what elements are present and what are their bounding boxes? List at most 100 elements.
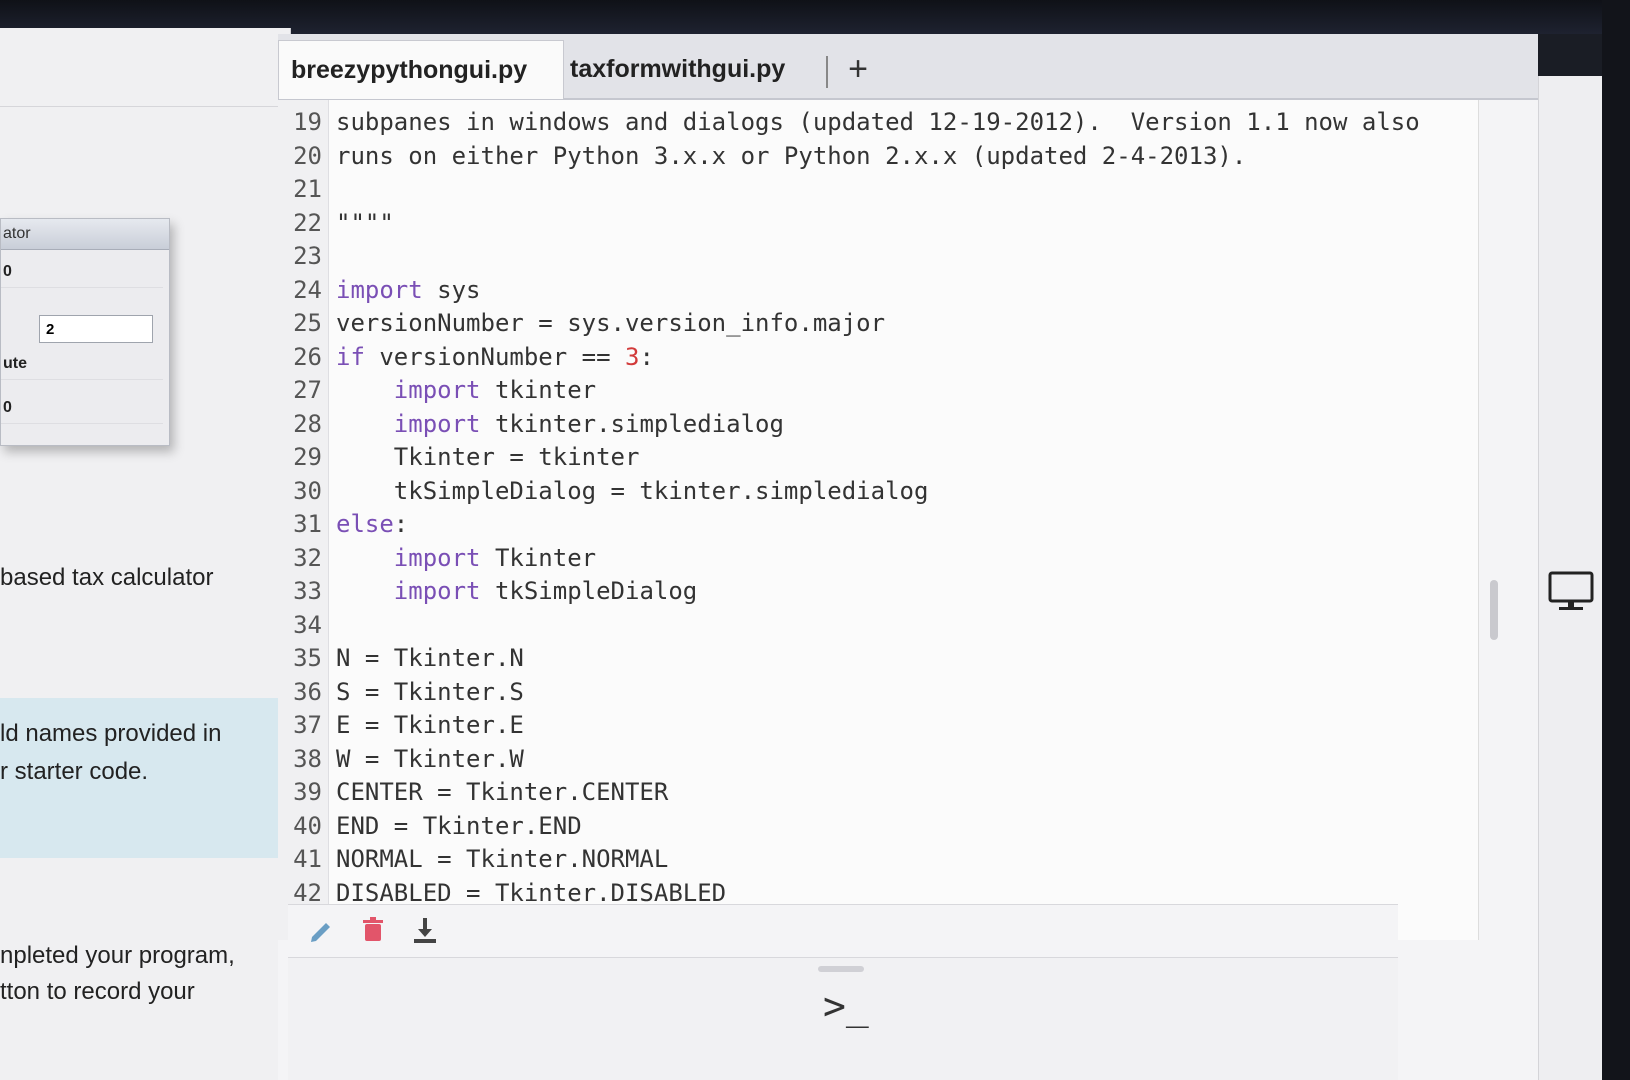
- code-text: runs on either Python 3.x.x or Python 2.…: [336, 141, 1247, 170]
- tab-breezypythongui[interactable]: breezypythongui.py: [278, 40, 564, 99]
- preview-window: ator 0 2 ute 0: [0, 218, 170, 446]
- tab-separator: [826, 56, 828, 88]
- code-editor[interactable]: 19 subpanes in windows and dialogs (updat…: [278, 100, 1479, 940]
- keyword-token: import: [393, 376, 481, 404]
- code-line[interactable]: 29 Tkinter = tkinter: [278, 439, 639, 475]
- console-prompt: >_: [823, 984, 869, 1028]
- line-number: 26: [293, 342, 322, 371]
- code-line[interactable]: 27 import tkinter: [278, 372, 596, 408]
- add-tab-button[interactable]: +: [838, 46, 878, 92]
- code-line[interactable]: 37 E = Tkinter.E: [278, 707, 524, 743]
- code-line[interactable]: 22 """": [278, 205, 394, 241]
- tab-taxformwithgui[interactable]: taxformwithgui.py: [558, 40, 820, 98]
- code-text: CENTER = Tkinter.CENTER: [336, 778, 669, 806]
- line-number: 28: [293, 409, 322, 438]
- preview-window-title: ator: [1, 219, 169, 250]
- line-number: 41: [293, 845, 322, 873]
- code-line[interactable]: 28 import tkinter.simpledialog: [278, 406, 784, 442]
- preview-row: ute: [1, 349, 163, 380]
- line-number: 23: [293, 242, 322, 270]
- tab-bar: breezypythongui.py taxformwithgui.py +: [278, 34, 1538, 100]
- code-line[interactable]: 30 tkSimpleDialog = tkinter.simpledialog: [278, 473, 928, 509]
- preview-row: 0: [1, 257, 163, 288]
- editor-toolbar: [288, 904, 1398, 958]
- code-line[interactable]: 40 END = Tkinter.END: [278, 808, 582, 844]
- code-line[interactable]: 34: [278, 607, 336, 643]
- code-text: :: [393, 510, 409, 538]
- line-number: 36: [293, 677, 322, 706]
- console-resize-handle[interactable]: [818, 966, 864, 972]
- code-line[interactable]: 38 W = Tkinter.W: [278, 741, 524, 777]
- instruction-text: ld names provided in: [0, 720, 222, 747]
- divider: [0, 106, 280, 107]
- keyword-token: if: [336, 342, 365, 371]
- line-number: 40: [293, 811, 322, 840]
- monitor-bezel-right: [1602, 0, 1630, 1080]
- code-line[interactable]: 24 import sys: [278, 272, 481, 308]
- code-text: sys: [422, 275, 481, 304]
- line-number: 27: [293, 376, 322, 404]
- line-number: 38: [293, 744, 322, 773]
- instruction-text: based tax calculator: [0, 564, 214, 591]
- code-line[interactable]: 25 versionNumber = sys.version_info.major: [278, 305, 885, 341]
- code-line[interactable]: 33 import tkSimpleDialog: [278, 573, 697, 609]
- code-text: Tkinter: [480, 543, 597, 572]
- line-number: 30: [293, 476, 322, 505]
- keyword-token: import: [393, 577, 481, 605]
- line-number: 39: [293, 778, 322, 806]
- editor-scrollbar[interactable]: [1490, 580, 1498, 640]
- code-text: tkinter.simpledialog: [480, 409, 784, 438]
- code-line[interactable]: 21: [278, 171, 336, 207]
- line-number: 33: [293, 577, 322, 605]
- line-number: 25: [293, 309, 322, 337]
- line-number: 19: [293, 108, 322, 136]
- desktop-icon[interactable]: [1547, 570, 1595, 619]
- code-text: W = Tkinter.W: [336, 744, 524, 773]
- code-line[interactable]: 39 CENTER = Tkinter.CENTER: [278, 774, 668, 810]
- line-number: 32: [293, 543, 322, 572]
- code-text: tkSimpleDialog = tkinter.simpledialog: [393, 476, 929, 505]
- console-panel[interactable]: >_: [288, 958, 1398, 1080]
- instructions-panel: ator 0 2 ute 0 based tax calculator ld n…: [0, 28, 291, 1080]
- keyword-token: import: [336, 275, 423, 304]
- line-number: 31: [293, 510, 322, 538]
- right-sidebar: [1538, 76, 1603, 1080]
- code-text: N = Tkinter.N: [336, 644, 524, 672]
- code-line[interactable]: 35 N = Tkinter.N: [278, 640, 524, 676]
- code-line[interactable]: 20 runs on either Python 3.x.x or Python …: [278, 138, 1246, 174]
- code-text: END = Tkinter.END: [336, 811, 582, 840]
- code-line[interactable]: 32 import Tkinter: [278, 540, 596, 576]
- code-line[interactable]: 41 NORMAL = Tkinter.NORMAL: [278, 841, 668, 877]
- instruction-text: npleted your program,: [0, 942, 235, 969]
- code-line[interactable]: 19 subpanes in windows and dialogs (updat…: [278, 104, 1420, 140]
- code-text: """": [336, 208, 394, 237]
- code-line[interactable]: 36 S = Tkinter.S: [278, 674, 524, 710]
- keyword-token: else: [336, 510, 394, 538]
- preview-input[interactable]: 2: [39, 315, 153, 343]
- line-number: 22: [293, 208, 322, 237]
- keyword-token: import: [393, 409, 481, 438]
- code-line[interactable]: 31 else:: [278, 506, 408, 542]
- trash-icon[interactable]: [358, 915, 388, 945]
- pencil-icon[interactable]: [306, 915, 336, 945]
- code-ide: breezypythongui.py taxformwithgui.py + 1…: [278, 34, 1538, 1080]
- code-text: :: [639, 342, 654, 371]
- code-text: E = Tkinter.E: [336, 711, 524, 739]
- line-number: 29: [293, 443, 322, 471]
- keyword-token: import: [393, 543, 481, 572]
- code-text: versionNumber = sys.version_info.major: [336, 309, 886, 337]
- code-text: S = Tkinter.S: [336, 677, 524, 706]
- line-number: 35: [293, 644, 322, 672]
- code-line[interactable]: 26 if versionNumber == 3:: [278, 339, 654, 375]
- download-icon[interactable]: [410, 915, 440, 945]
- code-line[interactable]: 23: [278, 238, 336, 274]
- code-text: DISABLED = Tkinter.DISABLED: [336, 878, 727, 907]
- line-number: 20: [293, 141, 322, 170]
- instruction-text: r starter code.: [0, 758, 149, 785]
- instruction-text: tton to record your: [0, 978, 195, 1005]
